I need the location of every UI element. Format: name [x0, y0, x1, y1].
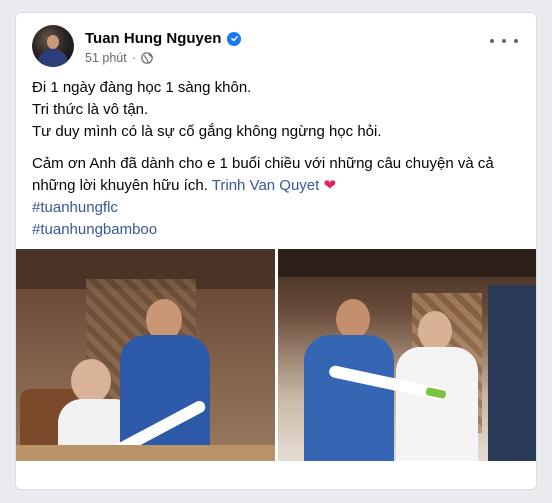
photo-person-1-head: [71, 359, 111, 403]
more-dot: [502, 39, 506, 43]
post-time[interactable]: 51 phút: [85, 51, 127, 65]
globe-icon[interactable]: [141, 52, 153, 64]
avatar-face: [47, 35, 59, 49]
post-body: Đi 1 ngày đàng học 1 sàng khôn. Tri thức…: [32, 77, 527, 197]
more-dot: [490, 39, 494, 43]
avatar[interactable]: [32, 25, 74, 67]
page-background: Tuan Hung Nguyen 51 phút · Đi 1 ngày đàn…: [0, 0, 552, 503]
post-paragraph-2: Cảm ơn Anh đã dành cho e 1 buổi chiều vớ…: [32, 153, 527, 197]
avatar-suit: [38, 49, 68, 67]
more-dot: [514, 39, 518, 43]
heart-icon: ❤: [323, 177, 337, 194]
photo-ceiling: [277, 249, 536, 277]
post-line: Tư duy mình có là sự cố gắng không ngừng…: [32, 123, 382, 140]
photo-person-1-head: [335, 299, 370, 339]
post-meta: 51 phút ·: [85, 51, 153, 65]
photo-table: [16, 445, 275, 461]
post-photo-left[interactable]: [16, 249, 275, 461]
hashtag-link[interactable]: #tuanhungbamboo: [32, 219, 157, 241]
post-paragraph-1: Đi 1 ngày đàng học 1 sàng khôn. Tri thức…: [32, 77, 527, 143]
post-card: Tuan Hung Nguyen 51 phút · Đi 1 ngày đàn…: [15, 12, 537, 490]
meta-dot: ·: [131, 51, 136, 65]
post-line: Đi 1 ngày đàng học 1 sàng khôn.: [32, 79, 252, 96]
photo-door: [487, 285, 536, 461]
photo-person-2-shirt: [395, 347, 478, 461]
hashtag-link[interactable]: #tuanhungflc: [32, 197, 157, 219]
more-options-icon[interactable]: [490, 31, 518, 51]
verified-badge-icon: [227, 31, 242, 46]
post-line: Tri thức là vô tận.: [32, 101, 149, 118]
author-row: Tuan Hung Nguyen: [85, 30, 242, 47]
photo-grid: [16, 249, 536, 461]
post-header: Tuan Hung Nguyen 51 phút ·: [16, 13, 536, 71]
hashtag-list: #tuanhungflc #tuanhungbamboo: [32, 197, 157, 241]
photo-person-1-suit: [303, 335, 394, 461]
author-name[interactable]: Tuan Hung Nguyen: [85, 30, 221, 47]
post-photo-right[interactable]: [277, 249, 536, 461]
mention-link[interactable]: Trinh Van Quyet: [212, 177, 320, 194]
photo-person-2-head: [417, 311, 452, 351]
